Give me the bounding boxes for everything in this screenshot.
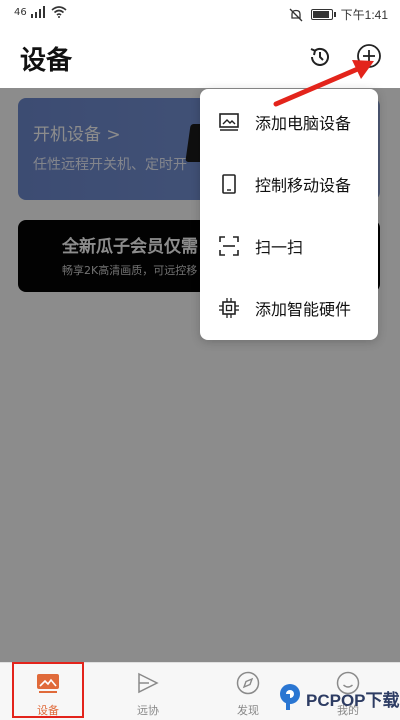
signal-icon: [30, 6, 45, 18]
tab-remote-collab[interactable]: 远协: [108, 663, 188, 720]
battery-icon: [310, 9, 336, 20]
menu-item-label: 添加智能硬件: [255, 300, 352, 319]
phone-icon: [222, 174, 236, 194]
menu-item-add-hardware[interactable]: 添加智能硬件: [200, 277, 378, 339]
compass-icon: [236, 671, 260, 695]
menu-item-scan[interactable]: 扫一扫: [200, 215, 378, 277]
status-right: 下午1:41: [289, 6, 388, 23]
tab-label: 远协: [137, 704, 159, 717]
menu-item-label: 扫一扫: [255, 238, 304, 257]
annotation-highlight-tab: [12, 662, 84, 718]
menu-item-label: 控制移动设备: [255, 176, 352, 195]
wifi-icon: [51, 6, 67, 18]
watermark-logo-icon: [280, 684, 300, 710]
menu-item-control-mobile[interactable]: 控制移动设备: [200, 153, 378, 215]
menu-item-label: 添加电脑设备: [255, 114, 352, 133]
monitor-icon: [219, 113, 239, 131]
status-left: 46: [14, 6, 67, 18]
annotation-arrow: [273, 60, 374, 107]
scan-icon: [219, 236, 239, 256]
chip-icon: [219, 298, 239, 318]
mute-bell-icon: [289, 8, 303, 21]
watermark-text: PCPOP下载: [306, 691, 400, 710]
status-bar: 46 下午1:41: [0, 0, 400, 28]
page-title: 设备: [20, 46, 73, 76]
add-menu-popup: 添加电脑设备 控制移动设备 扫一扫 添加智能硬件: [200, 89, 378, 340]
status-time: 下午1:41: [340, 8, 388, 22]
watermark: PCPOP下载: [276, 680, 400, 720]
collab-icon: [138, 672, 159, 694]
carrier-label: 46: [14, 6, 27, 18]
